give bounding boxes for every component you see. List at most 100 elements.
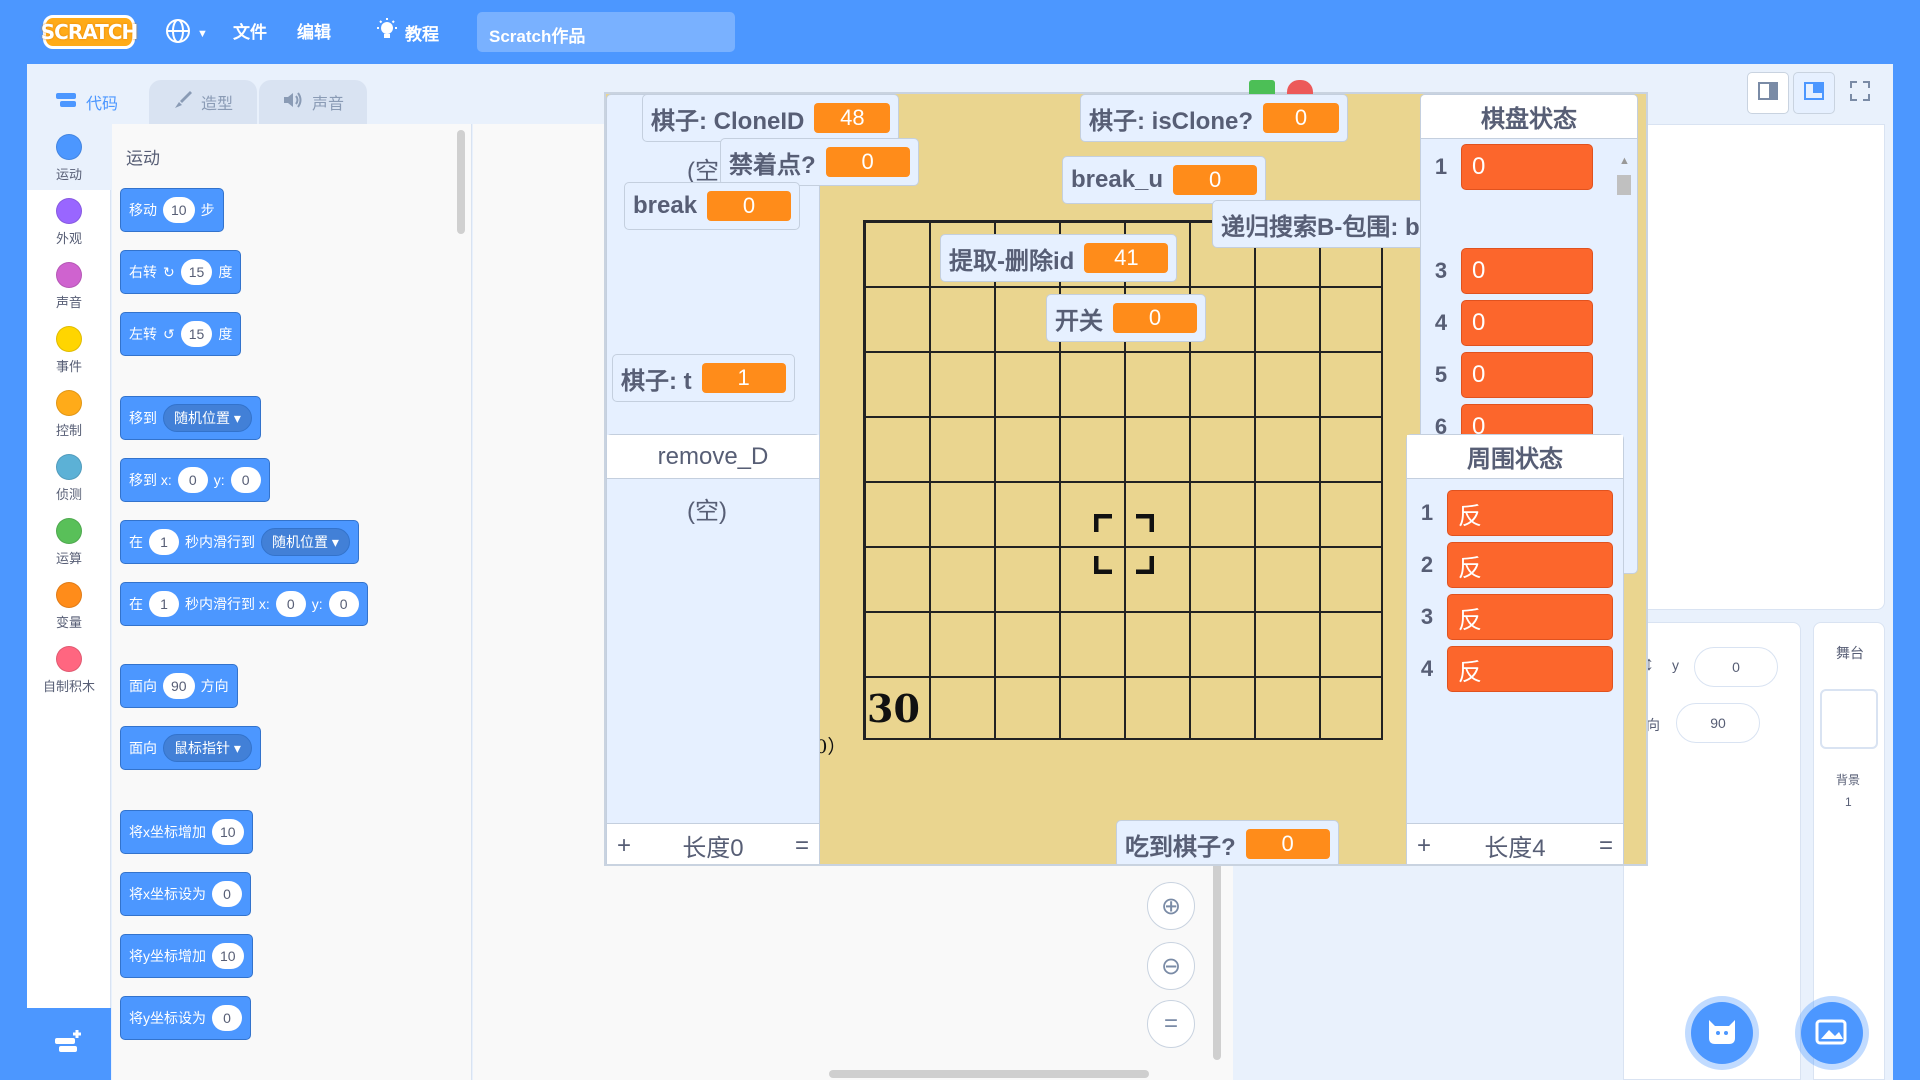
fullscreen-button[interactable] — [1839, 72, 1881, 114]
degrees-input[interactable]: 15 — [180, 259, 213, 285]
list-value[interactable]: 反 — [1447, 594, 1613, 640]
x-input[interactable]: 0 — [177, 467, 208, 493]
towards-dropdown[interactable]: 鼠标指针 ▾ — [163, 734, 252, 762]
tab-code[interactable]: 代码 — [27, 80, 147, 124]
glide-target-dropdown[interactable]: 随机位置 ▾ — [261, 528, 350, 556]
list-value[interactable]: 0 — [1461, 300, 1593, 346]
stage-canvas[interactable]: (空 30 （-120，-120） 棋子: CloneID 48 棋子: isC… — [604, 92, 1648, 866]
list-value[interactable]: 反 — [1447, 646, 1613, 692]
category-sound[interactable]: 声音 — [27, 262, 111, 322]
block-move-steps[interactable]: 移动 10 步 — [120, 188, 224, 232]
goto-target-dropdown[interactable]: 随机位置 ▾ — [163, 404, 252, 432]
category-operators[interactable]: 运算 — [27, 518, 111, 578]
monitor-extract-id[interactable]: 提取-删除id 41 — [940, 234, 1178, 282]
list-item[interactable]: 3反 — [1407, 591, 1623, 643]
value-input[interactable]: 10 — [212, 819, 244, 845]
tab-costumes[interactable]: 造型 — [149, 80, 257, 124]
direction-input[interactable]: 90 — [163, 673, 195, 699]
seconds-input[interactable]: 1 — [149, 529, 179, 555]
category-looks[interactable]: 外观 — [27, 198, 111, 258]
list-value[interactable]: 0 — [1461, 352, 1593, 398]
scroll-thumb[interactable] — [1617, 175, 1631, 195]
add-item-button[interactable]: + — [617, 832, 631, 860]
tutorials-menu[interactable]: 教程 — [375, 18, 439, 47]
block-point-direction[interactable]: 面向 90 方向 — [120, 664, 238, 708]
zoom-reset-button[interactable]: = — [1147, 1000, 1195, 1048]
monitor-break-u[interactable]: break_u 0 — [1062, 156, 1267, 204]
value-input[interactable]: 0 — [212, 1005, 242, 1031]
list-item[interactable]: 30 — [1421, 245, 1637, 297]
resize-handle[interactable]: = — [795, 832, 809, 860]
block-glide-xy[interactable]: 在 1 秒内滑行到 x: 0 y: 0 — [120, 582, 368, 626]
tab-sounds[interactable]: 声音 — [259, 80, 367, 124]
edit-menu[interactable]: 编辑 — [297, 18, 331, 43]
list-item[interactable]: 10 — [1421, 141, 1637, 193]
list-remove-d[interactable]: remove_D (空) + 长度0 = — [606, 434, 820, 864]
list-scrollbar[interactable]: ▲ — [1617, 155, 1631, 455]
list-item[interactable]: 50 — [1421, 349, 1637, 401]
block-turn-left[interactable]: 左转 ↺ 15 度 — [120, 312, 242, 356]
list-value[interactable]: 反 — [1447, 542, 1613, 588]
y-field[interactable]: 0 — [1694, 647, 1778, 687]
steps-input[interactable]: 10 — [163, 197, 195, 223]
block-goto-xy[interactable]: 移到 x: 0 y: 0 — [120, 458, 270, 502]
monitor-piece-t[interactable]: 棋子: t 1 — [612, 354, 795, 402]
block-turn-right[interactable]: 右转 ↻ 15 度 — [120, 250, 242, 294]
y-input[interactable]: 0 — [230, 467, 261, 493]
palette-scrollbar[interactable] — [457, 130, 465, 234]
category-sensing[interactable]: 侦测 — [27, 454, 111, 514]
category-control[interactable]: 控制 — [27, 390, 111, 450]
list-item[interactable]: 1反 — [1407, 487, 1623, 539]
choose-backdrop-button[interactable] — [1801, 1002, 1863, 1064]
monitor-switch[interactable]: 开关 0 — [1046, 294, 1206, 342]
list-item[interactable]: 40 — [1421, 297, 1637, 349]
monitor-clone-id[interactable]: 棋子: CloneID 48 — [642, 94, 900, 142]
block-change-x[interactable]: 将x坐标增加 10 — [120, 810, 253, 854]
block-goto[interactable]: 移到 随机位置 ▾ — [120, 396, 261, 440]
y-input[interactable]: 0 — [328, 591, 359, 617]
language-menu[interactable]: ▼ — [165, 18, 208, 49]
category-my-blocks[interactable]: 自制积木 — [27, 646, 111, 706]
list-item[interactable]: 2反 — [1407, 539, 1623, 591]
stop-button[interactable] — [1287, 80, 1313, 94]
monitor-break[interactable]: break 0 — [624, 182, 801, 230]
zoom-in-button[interactable]: ⊕ — [1147, 882, 1195, 930]
list-value[interactable]: 0 — [1461, 248, 1593, 294]
value-input[interactable]: 0 — [212, 881, 242, 907]
scratch-logo[interactable]: SCRATCH — [41, 15, 138, 49]
green-flag-button[interactable] — [1249, 80, 1275, 94]
value-input[interactable]: 10 — [212, 943, 244, 969]
project-title-input[interactable]: Scratch作品 — [477, 12, 735, 52]
block-point-towards[interactable]: 面向 鼠标指针 ▾ — [120, 726, 261, 770]
zoom-out-button[interactable]: ⊖ — [1147, 942, 1195, 990]
list-value[interactable]: 反 — [1447, 490, 1613, 536]
block-set-y[interactable]: 将y坐标设为 0 — [120, 996, 251, 1040]
stage-thumbnail[interactable] — [1820, 689, 1878, 749]
block-set-x[interactable]: 将x坐标设为 0 — [120, 872, 251, 916]
workspace-vertical-scrollbar[interactable] — [1213, 860, 1221, 1060]
add-item-button[interactable]: + — [1417, 832, 1431, 860]
list-surrounding-state[interactable]: 周围状态 1反 2反 3反 4反 + 长度4 = — [1406, 434, 1624, 864]
add-extension-button[interactable] — [27, 1008, 111, 1080]
block-change-y[interactable]: 将y坐标增加 10 — [120, 934, 253, 978]
x-input[interactable]: 0 — [275, 591, 306, 617]
category-events[interactable]: 事件 — [27, 326, 111, 386]
small-stage-icon — [1758, 81, 1778, 105]
monitor-forbidden-point[interactable]: 禁着点? 0 — [720, 138, 919, 186]
monitor-is-clone[interactable]: 棋子: isClone? 0 — [1080, 94, 1349, 142]
resize-handle[interactable]: = — [1599, 832, 1613, 860]
seconds-input[interactable]: 1 — [149, 591, 179, 617]
workspace-horizontal-scrollbar[interactable] — [829, 1070, 1149, 1078]
category-variables[interactable]: 变量 — [27, 582, 111, 642]
block-glide[interactable]: 在 1 秒内滑行到 随机位置 ▾ — [120, 520, 359, 564]
choose-sprite-button[interactable] — [1691, 1002, 1753, 1064]
small-stage-button[interactable] — [1747, 72, 1789, 114]
list-item[interactable]: 4反 — [1407, 643, 1623, 695]
large-stage-button[interactable] — [1793, 72, 1835, 114]
list-value[interactable]: 0 — [1461, 144, 1593, 190]
file-menu[interactable]: 文件 — [233, 18, 267, 43]
monitor-ate-piece[interactable]: 吃到棋子? 0 — [1116, 820, 1339, 864]
direction-field[interactable]: 90 — [1676, 703, 1760, 743]
category-motion[interactable]: 运动 — [27, 134, 111, 194]
degrees-input[interactable]: 15 — [180, 321, 213, 347]
